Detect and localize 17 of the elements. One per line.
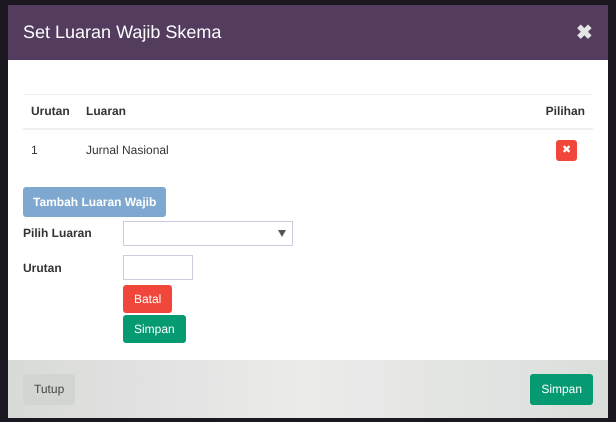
save-button[interactable]: Simpan xyxy=(123,314,186,342)
table-cell: Jurnal Nasional xyxy=(78,128,533,164)
order-input-field[interactable] xyxy=(123,254,193,280)
modal-title: Set Luaran Wajib Skema xyxy=(23,21,222,44)
dropdown-caret-icon xyxy=(278,230,286,236)
column-header: Urutan xyxy=(23,94,78,128)
field-label: Urutan xyxy=(23,260,63,276)
table-cell: 1 xyxy=(23,128,78,164)
close-button[interactable]: ✖ xyxy=(576,22,593,42)
save-button[interactable]: Simpan xyxy=(530,374,593,404)
column-header: Luaran xyxy=(78,94,533,128)
cancel-button[interactable]: Batal xyxy=(123,284,172,312)
column-header: Pilihan xyxy=(533,94,593,128)
close-button[interactable]: Tutup xyxy=(23,374,76,404)
field-label: Pilih Luaran xyxy=(23,225,93,242)
delete-button[interactable]: ✖ xyxy=(556,140,577,160)
select-field[interactable] xyxy=(123,220,293,246)
